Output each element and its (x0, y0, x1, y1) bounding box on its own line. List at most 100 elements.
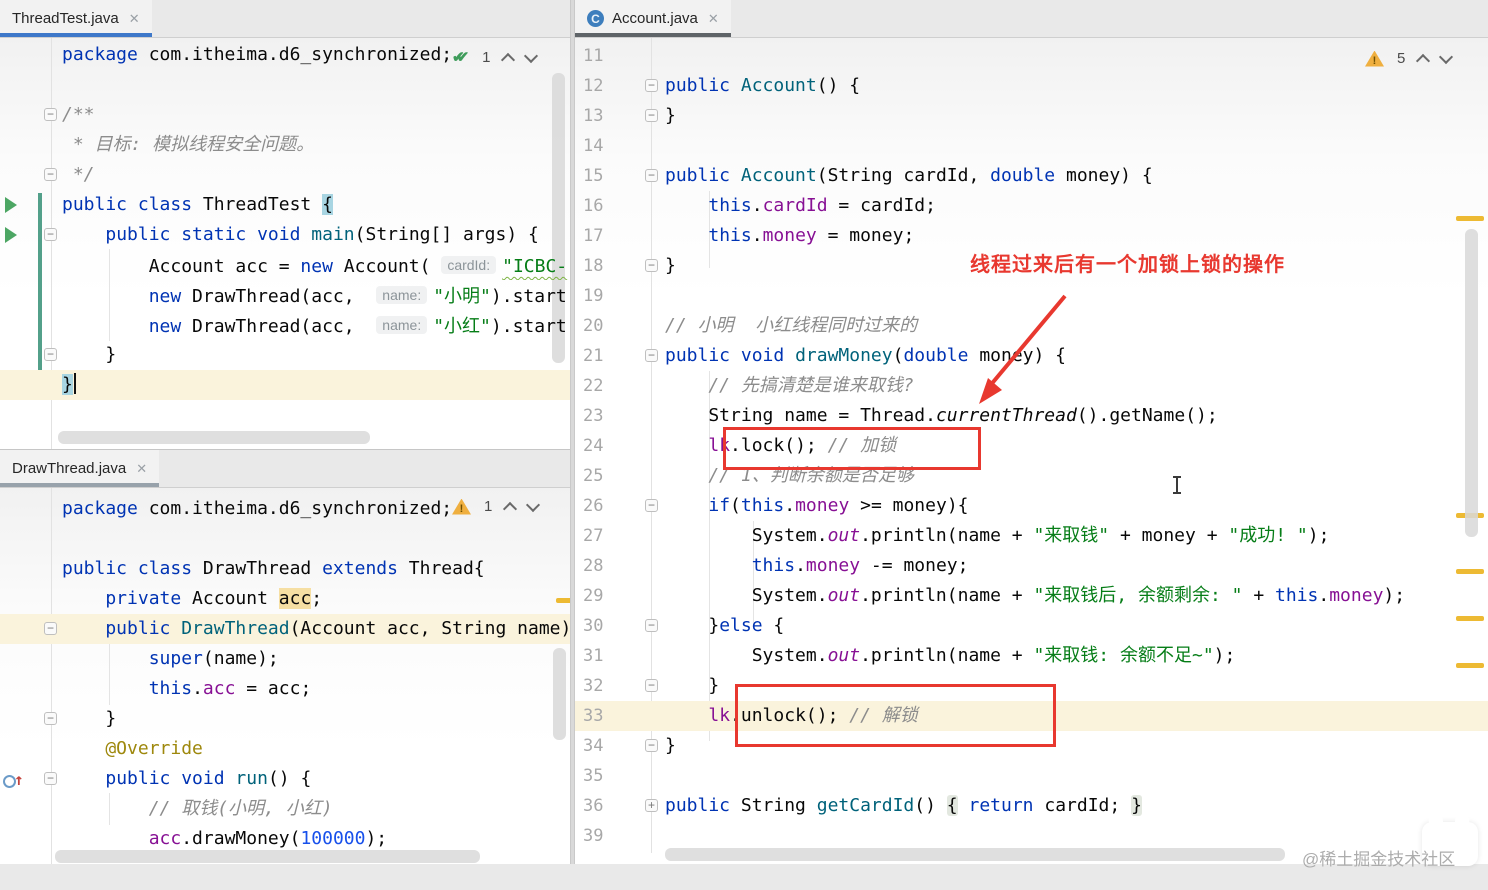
close-icon[interactable]: ✕ (136, 461, 147, 477)
run-icon[interactable] (5, 227, 17, 243)
fold-icon[interactable]: − (645, 259, 658, 272)
watermark-text: @稀土掘金技术社区 (1302, 850, 1456, 869)
fold-icon[interactable]: − (645, 349, 658, 362)
overrides-method-icon[interactable]: ↑ (0, 768, 26, 790)
code-text: new DrawThread(acc, name: "小明").start (148, 286, 567, 307)
gutter: 30 − (575, 611, 665, 641)
fold-icon[interactable]: − (44, 228, 57, 241)
gutter: 32 − (575, 671, 665, 701)
line-number[interactable]: 25 (575, 461, 623, 491)
tab-threadtest-java[interactable]: ThreadTest.java ✕ (0, 0, 152, 37)
tabbar-left-top: ThreadTest.java ✕ (0, 0, 570, 38)
line-number[interactable]: 13 (575, 101, 623, 131)
code-text: public void drawMoney(double money) { (665, 345, 1067, 366)
gutter: − (0, 100, 62, 130)
gutter: 23 (575, 401, 665, 431)
line-number[interactable]: 11 (575, 41, 623, 71)
line-number[interactable]: 15 (575, 161, 623, 191)
code-text: } (62, 344, 117, 365)
close-icon[interactable]: ✕ (129, 11, 140, 27)
code-line: 31 System.out.println(name + "来取钱: 余额不足~… (575, 641, 1488, 671)
line-number[interactable]: 19 (575, 281, 623, 311)
code-line: 28 this.money -= money; (575, 551, 1488, 581)
code-text: acc.drawMoney(100000); (148, 828, 388, 849)
gutter: 14 (575, 131, 665, 161)
line-number[interactable]: 22 (575, 371, 623, 401)
fold-icon[interactable]: − (44, 348, 57, 361)
gutter: 27 (575, 521, 665, 551)
code-line: @Override (0, 734, 570, 764)
line-number[interactable]: 18 (575, 251, 623, 281)
run-icon[interactable] (5, 197, 17, 213)
gutter: 35 (575, 761, 665, 791)
gutter: 31 (575, 641, 665, 671)
line-number[interactable]: 26 (575, 491, 623, 521)
fold-icon[interactable]: − (44, 168, 57, 181)
gutter: 29 (575, 581, 665, 611)
fold-icon[interactable]: − (645, 109, 658, 122)
line-number[interactable]: 21 (575, 341, 623, 371)
gutter: − (0, 704, 62, 734)
editor-drawthread: DrawThread.java ✕ ! 1 package com.itheim… (0, 449, 570, 890)
code-text: public static void main(String[] args) { (105, 224, 539, 245)
code-line: public class ThreadTest { (0, 190, 570, 220)
fold-icon[interactable]: − (645, 619, 658, 632)
gutter (0, 524, 62, 554)
line-number[interactable]: 27 (575, 521, 623, 551)
line-number[interactable]: 14 (575, 131, 623, 161)
tab-account-java[interactable]: C Account.java ✕ (575, 0, 731, 37)
code-text: */ (62, 164, 95, 185)
code-line: * 目标: 模拟线程安全问题。 (0, 130, 570, 160)
inlay-hint: cardId: (441, 256, 497, 274)
code-line: 23 String name = Thread.currentThread().… (575, 401, 1488, 431)
text-cursor-pointer (1172, 476, 1182, 494)
code-line: 26 − if(this.money >= money){ (575, 491, 1488, 521)
code-text: } (665, 105, 676, 126)
fold-icon[interactable]: − (645, 169, 658, 182)
line-number[interactable]: 29 (575, 581, 623, 611)
code-line: − } (0, 704, 570, 734)
line-number[interactable]: 16 (575, 191, 623, 221)
line-number[interactable]: 34 (575, 731, 623, 761)
text-caret (73, 373, 76, 394)
code-line: 25 // 1、判断余额是否足够 (575, 461, 1488, 491)
code-text: * 目标: 模拟线程安全问题。 (62, 134, 315, 155)
code-area-drawthread: ! 1 package com.itheima.d6_synchronized;… (0, 488, 570, 890)
line-number[interactable]: 30 (575, 611, 623, 641)
fold-icon[interactable]: − (645, 679, 658, 692)
line-number[interactable]: 33 (575, 701, 623, 731)
fold-icon[interactable]: − (44, 712, 57, 725)
line-number[interactable]: 31 (575, 641, 623, 671)
code-text: Account acc = new Account( cardId: "ICBC- (62, 256, 568, 277)
line-number[interactable]: 36 (575, 791, 623, 821)
close-icon[interactable]: ✕ (708, 11, 719, 27)
line-number[interactable]: 24 (575, 431, 623, 461)
code-line: 36 + public String getCardId() { return ca… (575, 791, 1488, 821)
line-number[interactable]: 39 (575, 821, 623, 851)
fold-icon[interactable]: − (44, 622, 57, 635)
line-number[interactable]: 23 (575, 401, 623, 431)
line-number[interactable]: 20 (575, 311, 623, 341)
line-number[interactable]: 35 (575, 761, 623, 791)
horizontal-scrollbar[interactable] (58, 431, 370, 444)
code-line: 29 System.out.println(name + "来取钱后, 余额剩余… (575, 581, 1488, 611)
unfold-icon[interactable]: + (645, 799, 658, 812)
line-number[interactable]: 32 (575, 671, 623, 701)
gutter: 25 (575, 461, 665, 491)
tab-label: ThreadTest.java (12, 10, 119, 27)
fold-icon[interactable]: − (645, 739, 658, 752)
code-line (0, 70, 570, 100)
gutter (0, 70, 62, 100)
gutter (0, 734, 62, 764)
line-number[interactable]: 28 (575, 551, 623, 581)
fold-icon[interactable]: − (645, 499, 658, 512)
fold-icon[interactable]: − (44, 108, 57, 121)
tab-drawthread-java[interactable]: DrawThread.java ✕ (0, 450, 160, 487)
fold-icon[interactable]: − (44, 772, 57, 785)
line-number[interactable]: 17 (575, 221, 623, 251)
code-text: super(name); (148, 648, 279, 669)
gutter: 34 − (575, 731, 665, 761)
line-number[interactable]: 12 (575, 71, 623, 101)
fold-icon[interactable]: − (645, 79, 658, 92)
